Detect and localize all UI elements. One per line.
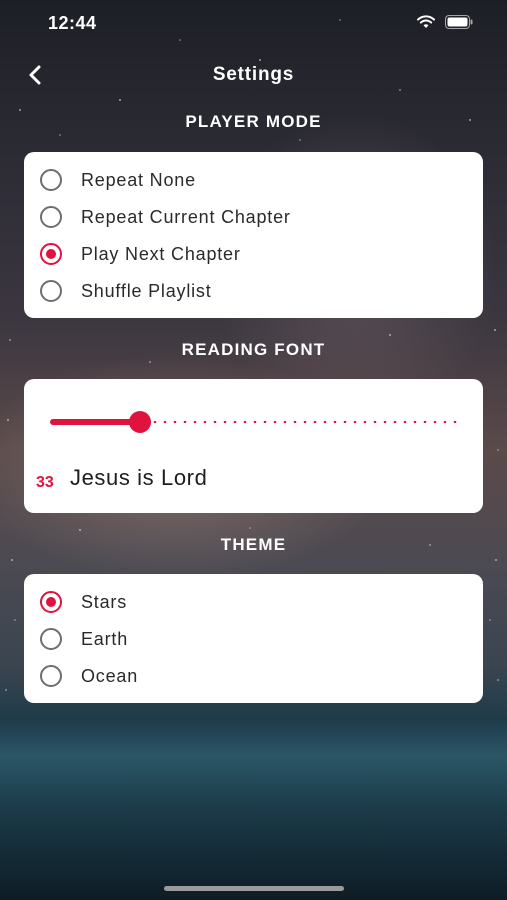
home-indicator [164, 886, 344, 891]
status-bar: 12:44 [0, 0, 507, 46]
radio-label: Repeat None [81, 169, 196, 190]
page-title: Settings [212, 64, 295, 85]
radio-label: Ocean [81, 665, 139, 686]
radio-button-selected[interactable] [40, 243, 62, 265]
wifi-icon [417, 15, 435, 34]
status-time: 12:44 [48, 13, 97, 33]
section-header-player-mode: PLAYER MODE [185, 112, 322, 131]
radio-button[interactable] [40, 169, 62, 191]
radio-button[interactable] [40, 665, 62, 687]
radio-label: Earth [81, 628, 129, 649]
battery-icon [445, 15, 473, 34]
font-preview-text: Jesus is Lord [70, 465, 208, 490]
theme-option-earth[interactable]: Earth [40, 624, 128, 654]
player-mode-option-play-next-chapter[interactable]: Play Next Chapter [40, 239, 241, 269]
font-size-slider[interactable] [50, 407, 460, 437]
player-mode-option-repeat-current-chapter[interactable]: Repeat Current Chapter [40, 202, 291, 232]
theme-option-stars[interactable]: Stars [40, 587, 127, 617]
nav-bar: Settings [0, 52, 507, 96]
player-mode-option-repeat-none[interactable]: Repeat None [40, 165, 196, 195]
radio-button-selected[interactable] [40, 591, 62, 613]
slider-thumb[interactable] [129, 411, 151, 433]
section-header-theme: THEME [220, 535, 287, 554]
radio-label: Repeat Current Chapter [81, 206, 291, 227]
slider-fill [50, 419, 140, 425]
radio-button[interactable] [40, 628, 62, 650]
player-mode-option-shuffle-playlist[interactable]: Shuffle Playlist [40, 276, 212, 306]
theme-card: Stars Earth Ocean [24, 574, 483, 703]
reading-font-card: 33 Jesus is Lord [24, 379, 483, 513]
font-size-value: 33 [36, 474, 54, 491]
radio-label: Stars [81, 591, 128, 612]
radio-button[interactable] [40, 280, 62, 302]
player-mode-card: Repeat None Repeat Current Chapter Play … [24, 152, 483, 318]
radio-label: Play Next Chapter [81, 243, 241, 264]
theme-option-ocean[interactable]: Ocean [40, 661, 138, 691]
section-header-reading-font: READING FONT [181, 340, 326, 359]
radio-button[interactable] [40, 206, 62, 228]
radio-label: Shuffle Playlist [81, 280, 212, 301]
